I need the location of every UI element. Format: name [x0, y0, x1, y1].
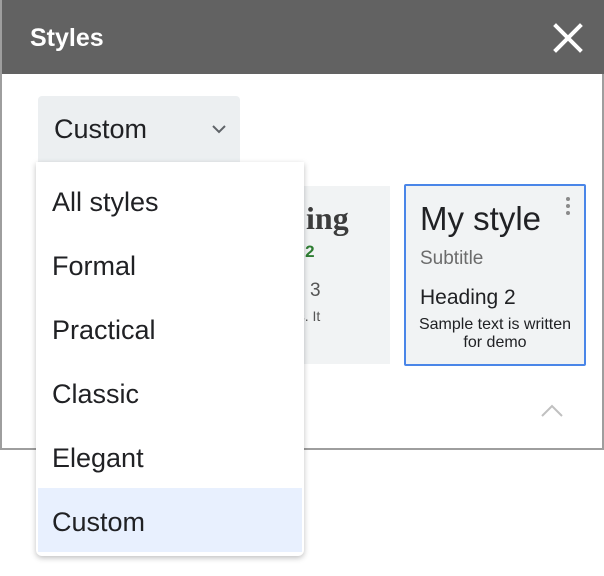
style-card-my-style[interactable]: My style Subtitle Heading 2 Sample text …: [404, 184, 586, 366]
my-style-title: My style: [420, 200, 542, 237]
menu-item-all-styles[interactable]: All styles: [38, 168, 302, 232]
my-style-heading2: Heading 2: [420, 286, 516, 309]
my-style-body: Sample text is written for demo: [418, 316, 572, 351]
menu-item-label: Custom: [52, 507, 146, 537]
menu-item-elegant[interactable]: Elegant: [38, 424, 302, 488]
close-icon[interactable]: [550, 20, 586, 56]
menu-item-label: Elegant: [52, 443, 144, 473]
menu-item-formal[interactable]: Formal: [38, 232, 302, 296]
partial-card-heading3: 3: [310, 280, 321, 301]
menu-item-label: Practical: [52, 315, 156, 345]
dialog-title: Styles: [30, 24, 104, 52]
menu-item-practical[interactable]: Practical: [38, 296, 302, 360]
more-vert-icon[interactable]: [560, 194, 576, 218]
menu-item-label: All styles: [52, 187, 159, 217]
menu-item-custom[interactable]: Custom: [38, 488, 302, 552]
menu-item-label: Formal: [52, 251, 137, 281]
partial-card-heading: ing: [306, 200, 349, 236]
style-select-dropdown[interactable]: Custom: [38, 96, 240, 162]
chevron-down-icon: [212, 125, 226, 134]
menu-item-label: Classic: [52, 379, 140, 409]
chevron-up-icon[interactable]: [538, 398, 566, 422]
dialog-titlebar: Styles: [2, 0, 604, 74]
style-dropdown-menu: All styles Formal Practical Classic Eleg…: [36, 162, 304, 556]
style-select-value: Custom: [54, 114, 148, 144]
my-style-subtitle: Subtitle: [420, 248, 484, 269]
menu-item-classic[interactable]: Classic: [38, 360, 302, 424]
